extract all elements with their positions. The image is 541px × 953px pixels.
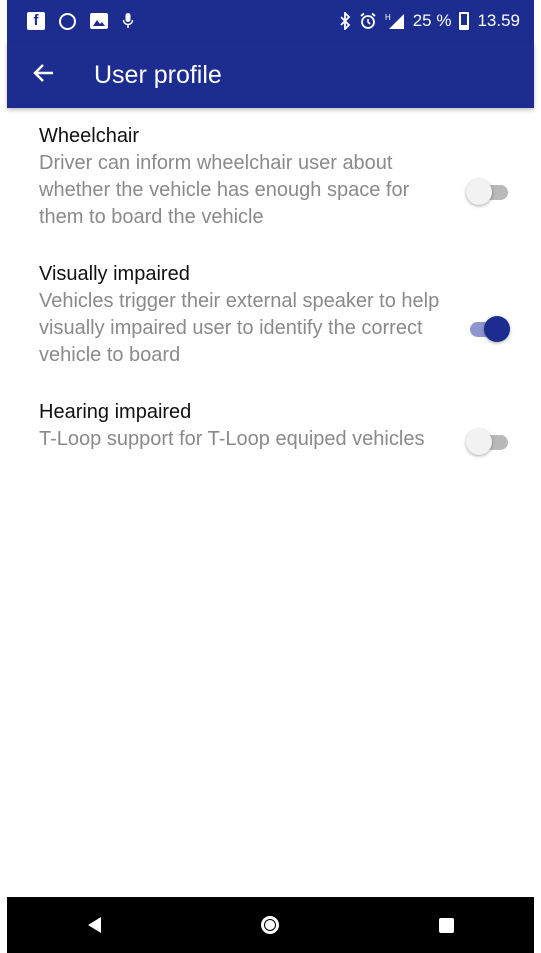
setting-text: Visually impaired Vehicles trigger their… xyxy=(39,260,459,369)
app-bar: User profile xyxy=(7,42,534,108)
toggle-thumb xyxy=(484,316,510,342)
setting-wheelchair[interactable]: Wheelchair Driver can inform wheelchair … xyxy=(0,122,541,242)
microphone-icon xyxy=(122,12,134,30)
recents-icon xyxy=(438,917,454,933)
setting-visually-impaired[interactable]: Visually impaired Vehicles trigger their… xyxy=(0,260,541,380)
nav-back-button[interactable] xyxy=(65,897,125,953)
visually-impaired-toggle[interactable] xyxy=(466,312,520,346)
toggle-thumb xyxy=(466,429,492,455)
notification-icons: f xyxy=(27,12,134,30)
signal-icon: H xyxy=(385,12,405,30)
nav-recents-button[interactable] xyxy=(416,897,476,953)
status-bar: f H 25 % 13.59 xyxy=(7,0,534,42)
back-icon xyxy=(88,917,102,933)
whatsapp-icon xyxy=(59,12,76,30)
wheelchair-toggle[interactable] xyxy=(466,175,520,209)
bluetooth-icon xyxy=(339,12,351,30)
setting-description: Vehicles trigger their external speaker … xyxy=(39,290,440,366)
arrow-back-icon xyxy=(33,62,55,89)
setting-text: Wheelchair Driver can inform wheelchair … xyxy=(39,122,459,231)
gallery-icon xyxy=(90,13,108,29)
navigation-bar xyxy=(7,897,534,953)
hearing-impaired-toggle[interactable] xyxy=(466,425,520,459)
toggle-thumb xyxy=(466,179,492,205)
setting-title: Hearing impaired xyxy=(39,401,192,423)
home-icon xyxy=(261,916,280,934)
nav-home-button[interactable] xyxy=(240,897,300,953)
back-button[interactable] xyxy=(16,47,72,103)
setting-title: Visually impaired xyxy=(39,263,190,285)
setting-text: Hearing impaired T-Loop support for T-Lo… xyxy=(39,398,459,453)
setting-description: T-Loop support for T-Loop equiped vehicl… xyxy=(39,428,425,450)
facebook-icon: f xyxy=(27,12,45,30)
alarm-icon xyxy=(359,12,377,30)
clock: 13.59 xyxy=(477,11,520,30)
screen: f H 25 % 13.59 User profile Wheelchair D… xyxy=(0,0,541,953)
setting-description: Driver can inform wheelchair user about … xyxy=(39,152,410,228)
page-title: User profile xyxy=(94,60,222,89)
system-status: H 25 % 13.59 xyxy=(339,11,520,31)
battery-icon xyxy=(459,12,470,30)
svg-text:H: H xyxy=(385,13,391,22)
setting-hearing-impaired[interactable]: Hearing impaired T-Loop support for T-Lo… xyxy=(0,398,541,488)
battery-percent: 25 % xyxy=(412,11,452,30)
setting-title: Wheelchair xyxy=(39,125,140,147)
